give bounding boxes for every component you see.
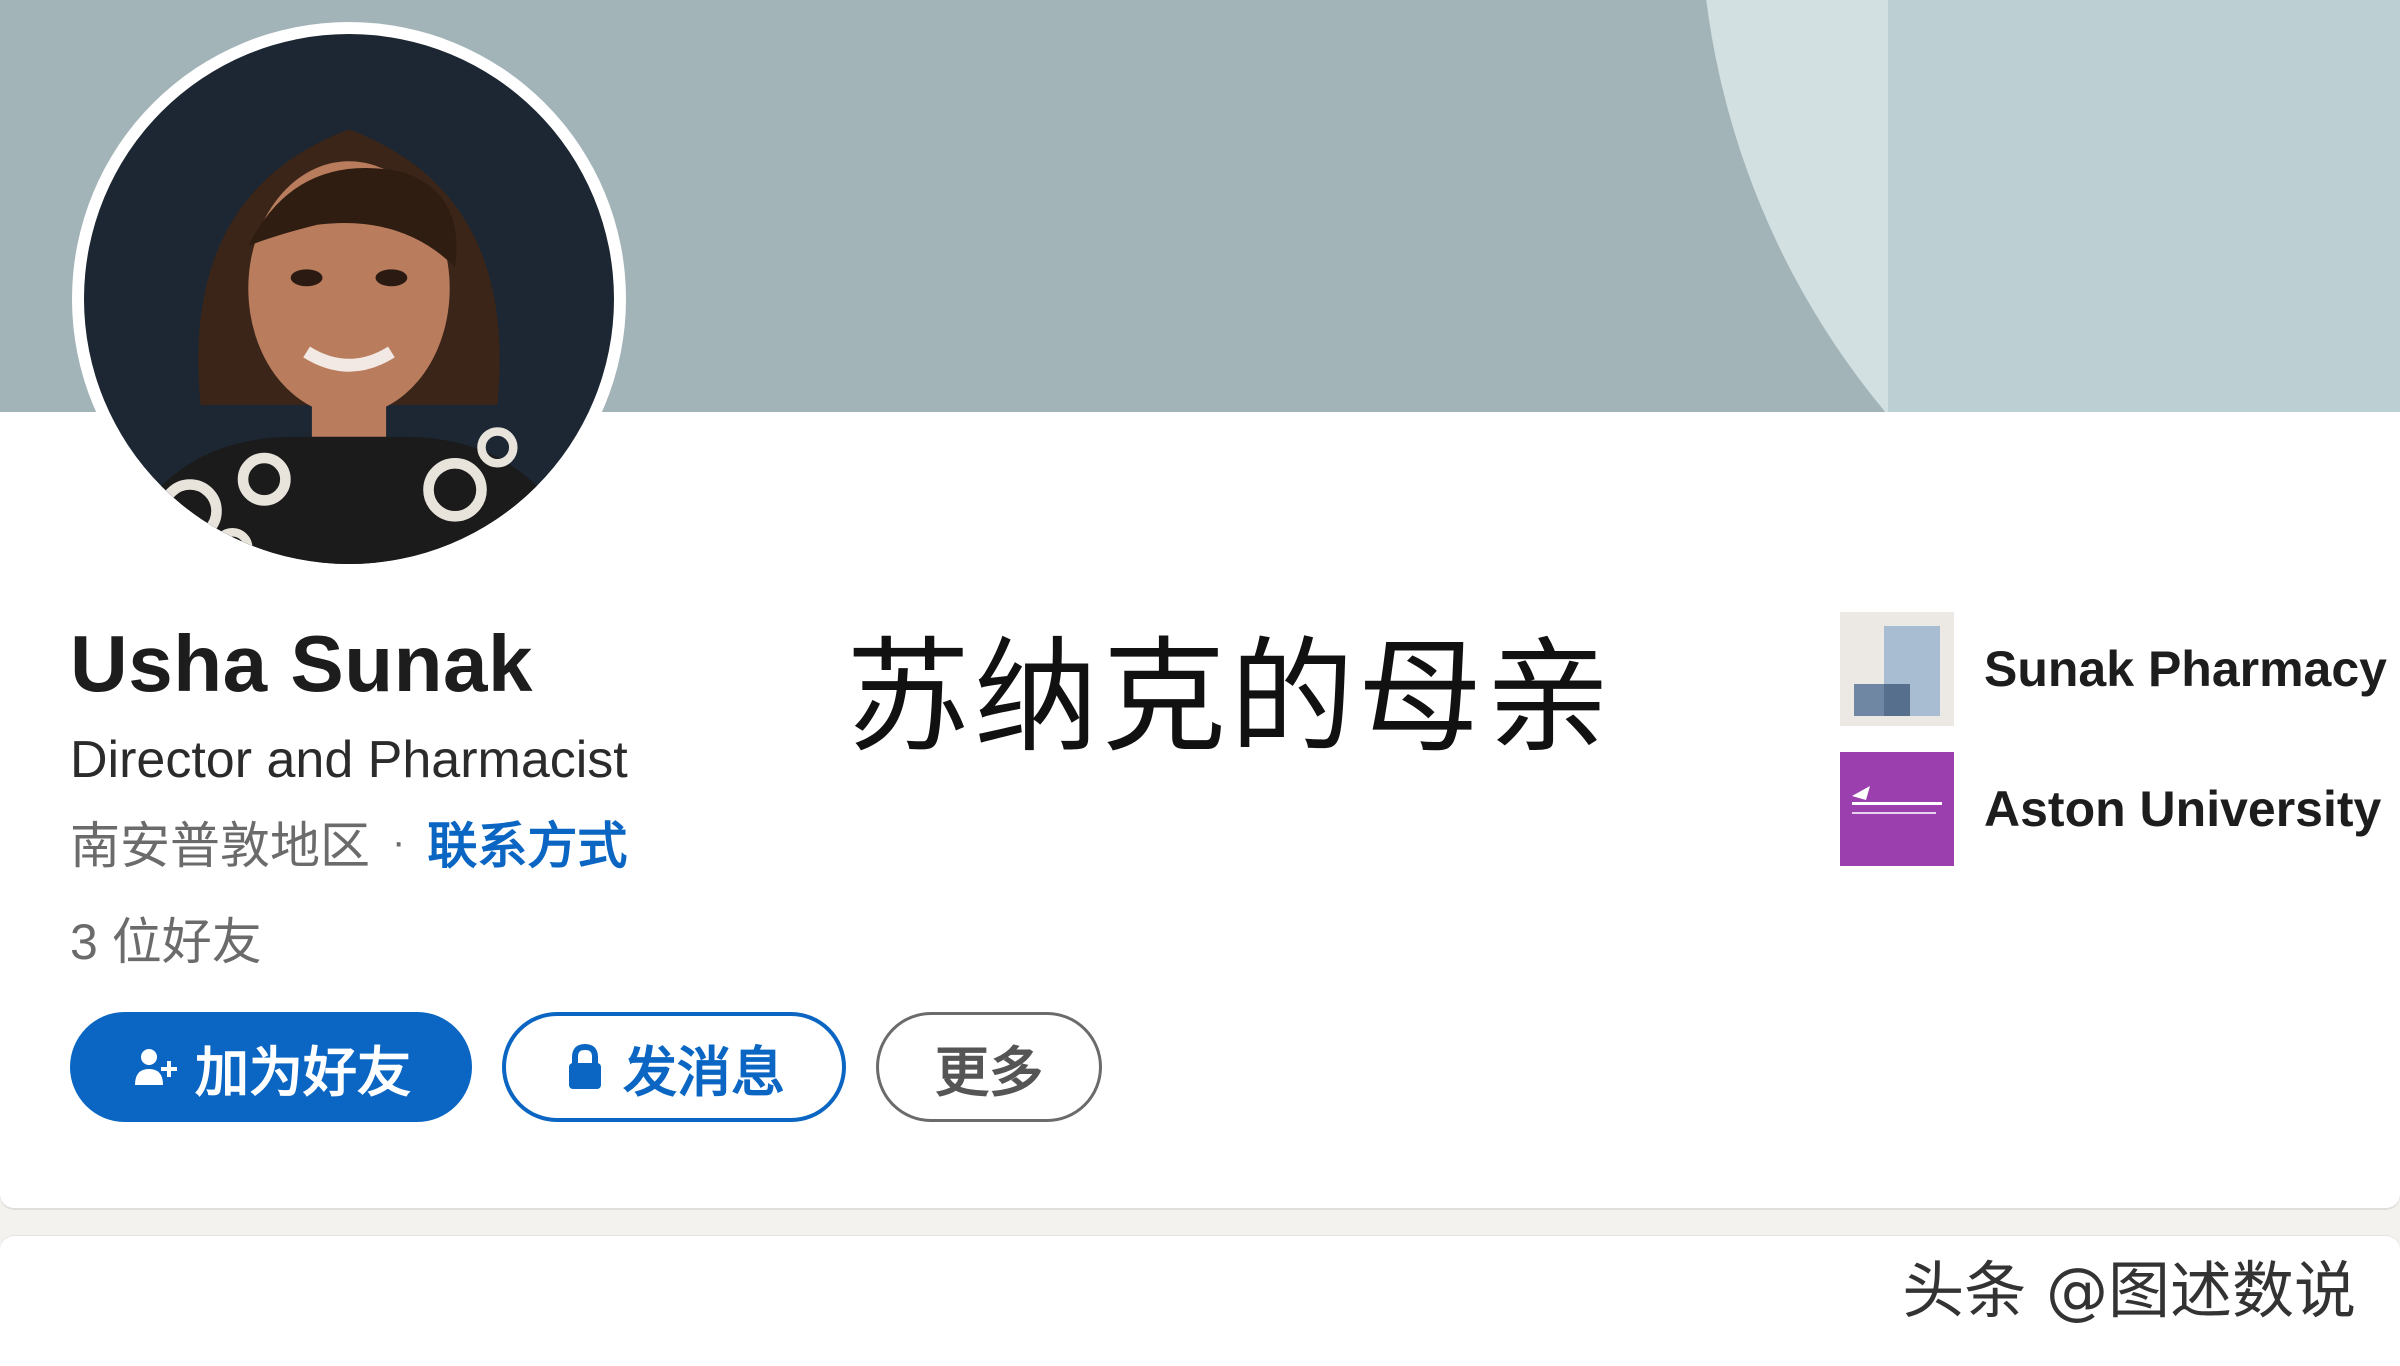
- connections-count[interactable]: 3 位好友: [70, 902, 262, 974]
- message-button[interactable]: 发消息: [502, 1012, 846, 1122]
- message-button-label: 发消息: [623, 1042, 785, 1103]
- profile-name: Usha Sunak: [70, 619, 533, 708]
- connect-button[interactable]: 加为好友: [70, 1012, 472, 1122]
- more-button[interactable]: 更多: [876, 1012, 1102, 1122]
- banner-block-shape: [1888, 0, 2400, 412]
- sunak-pharmacy-logo: [1840, 612, 1954, 726]
- profile-card: Usha Sunak Director and Pharmacist 南安普敦地…: [0, 0, 2400, 1208]
- profile-headline: Director and Pharmacist: [70, 731, 628, 789]
- watermark: 头条 @图述数说: [1902, 1254, 2356, 1327]
- lock-icon: [563, 1043, 607, 1091]
- location-row: 南安普敦地区 · 联系方式: [70, 806, 627, 878]
- org-name: Aston University: [1984, 781, 2382, 837]
- connect-button-label: 加为好友: [195, 1042, 411, 1103]
- avatar[interactable]: [72, 22, 626, 576]
- org-item-sunak-pharmacy[interactable]: Sunak Pharmacy: [1840, 612, 2387, 726]
- separator-dot: ·: [392, 819, 406, 864]
- org-item-aston-university[interactable]: Aston University: [1840, 752, 2381, 866]
- org-name: Sunak Pharmacy: [1984, 641, 2387, 697]
- overlay-caption: 苏纳克的母亲: [846, 626, 1615, 770]
- profile-location: 南安普敦地区: [70, 818, 370, 874]
- contact-info-link[interactable]: 联系方式: [427, 806, 627, 878]
- more-button-label: 更多: [935, 1042, 1043, 1103]
- avatar-photo: [84, 34, 614, 564]
- add-person-icon: [131, 1043, 179, 1091]
- aston-university-logo: [1840, 752, 1954, 866]
